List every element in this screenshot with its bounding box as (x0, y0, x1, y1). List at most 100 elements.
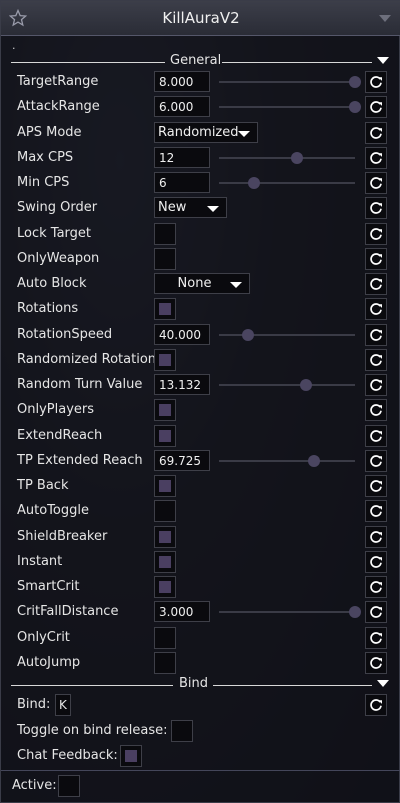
attackrange-slider-handle[interactable] (349, 101, 361, 114)
chevron-down-icon[interactable] (377, 57, 389, 64)
instant-checkbox[interactable] (154, 550, 176, 573)
onlyweapon-checkbox[interactable] (154, 247, 176, 270)
critfalldistance-slider-track[interactable] (219, 611, 355, 614)
autotoggle-reset-button[interactable] (365, 500, 387, 523)
chat-feedback-row: Chat Feedback: (1, 744, 400, 769)
critfalldistance-value-input[interactable]: 3.000 (154, 601, 210, 623)
setting-row-autotoggle: AutoToggle (1, 499, 400, 524)
tp-extended-reach-value-input[interactable]: 69.725 (154, 449, 210, 471)
reset-icon (370, 303, 382, 316)
setting-row-smartcrit: SmartCrit (1, 575, 400, 600)
title-bar[interactable]: KillAuraV2 (1, 1, 400, 36)
max-cps-reset-button[interactable] (365, 146, 387, 169)
rotations-reset-button[interactable] (365, 298, 387, 321)
setting-row-min-cps: Min CPS 6 (1, 171, 400, 196)
reset-icon (370, 278, 382, 290)
aps-mode-reset-button[interactable] (365, 121, 387, 144)
random-turn-value-slider-handle[interactable] (300, 379, 313, 391)
extendreach-reset-button[interactable] (365, 424, 387, 447)
rotationspeed-value-input[interactable]: 40.000 (154, 323, 210, 345)
min-cps-slider-handle[interactable] (248, 177, 261, 189)
tp-extended-reach-slider-handle[interactable] (308, 454, 321, 467)
rotationspeed-reset-button[interactable] (365, 323, 387, 346)
chat-feedback-checkbox[interactable] (120, 745, 142, 767)
min-cps-reset-button[interactable] (365, 172, 387, 194)
rotations-checkbox[interactable] (154, 298, 176, 321)
reset-icon (370, 631, 382, 644)
tp-back-reset-button[interactable] (365, 475, 387, 497)
targetrange-slider-handle[interactable] (349, 76, 361, 88)
setting-label: Lock Target (17, 225, 91, 241)
reset-icon (370, 328, 382, 341)
targetrange-slider-track[interactable] (219, 81, 355, 83)
rotationspeed-slider-track[interactable] (219, 333, 355, 336)
swing-order-reset-button[interactable] (365, 197, 387, 220)
max-cps-slider-handle[interactable] (290, 151, 303, 164)
critfalldistance-slider-handle[interactable] (349, 606, 361, 619)
onlyplayers-reset-button[interactable] (365, 399, 387, 422)
section-title-general: General (170, 53, 222, 68)
shieldbreaker-checkbox[interactable] (154, 525, 176, 548)
autojump-reset-button[interactable] (365, 651, 387, 674)
chevron-down-icon[interactable] (377, 680, 389, 687)
tp-extended-reach-slider-track[interactable] (219, 459, 355, 462)
random-turn-value-reset-button[interactable] (365, 374, 387, 396)
attackrange-value-input[interactable]: 6.000 (154, 96, 210, 118)
setting-label: ExtendReach (17, 427, 103, 443)
chevron-down-icon[interactable] (379, 15, 391, 22)
reset-icon (370, 126, 382, 139)
autojump-checkbox[interactable] (154, 651, 176, 674)
auto-block-dropdown[interactable]: None (154, 273, 250, 294)
min-cps-value-input[interactable]: 6 (154, 172, 210, 193)
reset-icon (370, 505, 382, 518)
lock-target-reset-button[interactable] (365, 222, 387, 245)
randomized-rotation-reset-button[interactable] (365, 348, 387, 371)
extendreach-checkbox[interactable] (154, 424, 176, 447)
instant-reset-button[interactable] (365, 550, 387, 573)
targetrange-reset-button[interactable] (365, 71, 387, 93)
chevron-down-icon (230, 282, 242, 288)
lock-target-checkbox[interactable] (154, 222, 176, 245)
tp-extended-reach-reset-button[interactable] (365, 449, 387, 472)
onlycrit-checkbox[interactable] (154, 626, 176, 649)
auto-block-dropdown-value: None (177, 276, 212, 291)
reset-icon (370, 555, 382, 568)
onlyplayers-checkbox[interactable] (154, 399, 176, 422)
onlycrit-reset-button[interactable] (365, 626, 387, 649)
max-cps-value-input[interactable]: 12 (154, 146, 210, 168)
tp-back-checkbox[interactable] (154, 475, 176, 497)
section-header-bind[interactable]: Bind (11, 676, 391, 692)
setting-label: CritFallDistance (17, 604, 119, 620)
random-turn-value-slider-track[interactable] (219, 384, 355, 386)
swing-order-dropdown[interactable]: New (154, 197, 227, 219)
critfalldistance-reset-button[interactable] (365, 601, 387, 624)
autotoggle-checkbox[interactable] (154, 500, 176, 523)
onlyweapon-reset-button[interactable] (365, 247, 387, 270)
smartcrit-reset-button[interactable] (365, 576, 387, 598)
targetrange-value-input[interactable]: 8.000 (154, 71, 210, 92)
min-cps-slider-track[interactable] (219, 182, 355, 184)
aps-mode-dropdown[interactable]: Randomized (154, 121, 258, 143)
shieldbreaker-reset-button[interactable] (365, 525, 387, 548)
randomized-rotation-checkbox[interactable] (154, 348, 176, 371)
max-cps-slider-track[interactable] (219, 156, 355, 159)
attackrange-slider-track[interactable] (219, 106, 355, 109)
attackrange-reset-button[interactable] (365, 96, 387, 119)
smartcrit-checkbox[interactable] (154, 576, 176, 598)
active-checkbox[interactable] (58, 775, 80, 797)
random-turn-value-value-input[interactable]: 13.132 (154, 374, 210, 395)
section-header-general[interactable]: General (11, 53, 391, 69)
reset-icon (370, 429, 382, 442)
setting-label: ShieldBreaker (17, 528, 108, 544)
setting-row-rotations: Rotations (1, 297, 400, 322)
setting-row-random-turn-value: Random Turn Value 13.132 (1, 373, 400, 398)
bind-key-button[interactable]: K (55, 694, 71, 716)
setting-row-max-cps: Max CPS 12 (1, 146, 400, 171)
bind-reset-button[interactable] (365, 694, 387, 716)
reset-icon (370, 581, 382, 593)
auto-block-reset-button[interactable] (365, 273, 387, 295)
setting-row-aps-mode: APS Mode Randomized (1, 121, 400, 146)
setting-row-autojump: AutoJump (1, 651, 400, 676)
toggle-release-checkbox[interactable] (171, 720, 193, 742)
rotationspeed-slider-handle[interactable] (241, 328, 254, 341)
